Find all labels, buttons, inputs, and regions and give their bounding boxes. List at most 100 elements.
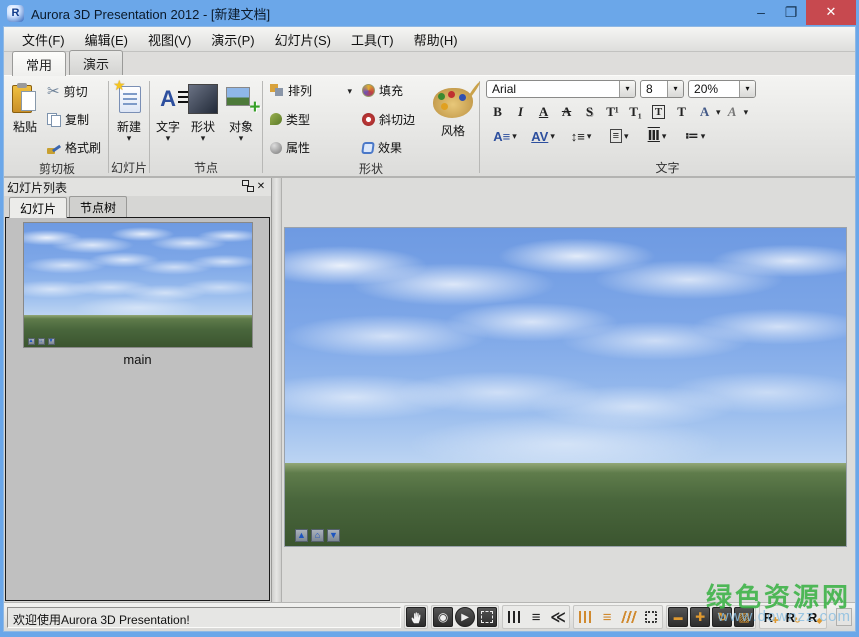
panel-splitter[interactable] <box>272 178 282 602</box>
subscript-button[interactable]: T₁ <box>624 102 647 122</box>
nav-up-button[interactable]: ▲ <box>295 529 308 542</box>
align-rows-button[interactable]: ≡ <box>597 607 617 627</box>
menu-edit[interactable]: 编辑(E) <box>75 27 138 52</box>
minus-icon: ▬ <box>674 612 683 622</box>
palette-icon <box>433 88 473 118</box>
ribbon-separator <box>262 81 263 173</box>
select-region-button[interactable] <box>477 607 497 627</box>
panel-close-button[interactable]: ✕ <box>254 181 268 194</box>
menu-file[interactable]: 文件(F) <box>12 27 75 52</box>
tab-common[interactable]: 常用 <box>12 51 66 76</box>
camera-button[interactable]: ◉ <box>433 607 453 627</box>
chevron-down-icon: ▾ <box>239 133 244 143</box>
text-art-button[interactable]: A <box>693 102 716 122</box>
menu-help[interactable]: 帮助(H) <box>404 27 468 52</box>
group-label-clipboard: 剪切板 <box>8 160 106 177</box>
chevron-down-icon[interactable]: ▾ <box>744 107 749 117</box>
type-button[interactable]: 类型 <box>267 110 355 129</box>
chevron-down-icon: ▾ <box>348 86 353 96</box>
rotate-icon: ↻ <box>794 616 801 625</box>
text-color-button[interactable]: A <box>721 102 744 122</box>
style-button[interactable]: 风格 <box>429 82 477 139</box>
bold-button[interactable]: B <box>486 102 509 122</box>
slide-thumbnail[interactable]: ▲ ⌂ ▼ <box>23 222 253 348</box>
shape-node-button[interactable]: 形状 ▾ <box>184 78 222 145</box>
minimize-button[interactable]: – <box>746 2 776 24</box>
text-node-button[interactable]: A 文字 ▾ <box>152 78 184 145</box>
object-node-button[interactable]: + 对象 ▾ <box>222 78 260 145</box>
fill-button[interactable]: 填充 <box>359 81 427 100</box>
horizontal-lines-icon: ≡ <box>532 609 541 626</box>
reset-view-button[interactable]: R ◆ <box>805 607 825 627</box>
bullet-list-button[interactable]: ≔ ▾ <box>676 126 714 146</box>
align-columns-button[interactable] <box>575 607 595 627</box>
format-painter-button[interactable]: 格式刷 <box>44 138 104 157</box>
free-arrange-button[interactable] <box>641 607 661 627</box>
text-direction-button[interactable]: T <box>670 102 693 122</box>
arrange-button[interactable]: 排列 ▾ <box>267 81 355 100</box>
menu-slide[interactable]: 幻灯片(S) <box>265 27 341 52</box>
shadow-button[interactable]: S <box>578 102 601 122</box>
nav-down-button[interactable]: ▼ <box>327 529 340 542</box>
italic-button[interactable]: I <box>509 102 532 122</box>
pan-tool-button[interactable] <box>406 607 426 627</box>
bevel-button[interactable]: 斜切边 <box>359 110 427 129</box>
vertical-text-button[interactable]: Ⅲ ▾ <box>638 126 676 146</box>
effect-button[interactable]: 效果 <box>359 138 427 157</box>
panel-float-button[interactable] <box>240 181 254 194</box>
properties-button[interactable]: 属性 <box>267 138 355 157</box>
cut-button[interactable]: ✂ 剪切 <box>44 81 104 101</box>
kerning-button[interactable]: AV ▾ <box>524 126 562 146</box>
chevron-down-icon: ▾ <box>587 131 592 141</box>
tab-present[interactable]: 演示 <box>69 50 123 75</box>
chevron-down-icon[interactable]: ▾ <box>739 81 755 97</box>
align-button[interactable]: ≡ ▾ <box>600 126 638 146</box>
play-button[interactable]: ▶ <box>455 607 475 627</box>
row-layout-button[interactable]: ≡ <box>526 607 546 627</box>
maximize-button[interactable]: ❐ <box>776 2 806 24</box>
align-slant-button[interactable] <box>619 607 639 627</box>
reset-add-button[interactable]: R ✚ <box>761 607 781 627</box>
group-label-slide: 幻灯片 <box>111 159 147 176</box>
text-frame-button[interactable]: T <box>652 105 665 119</box>
strikethrough-button[interactable]: A <box>555 102 578 122</box>
superscript-button[interactable]: T¹ <box>601 102 624 122</box>
add-button[interactable]: ✚ <box>690 607 710 627</box>
ribbon-separator <box>108 81 109 173</box>
nav-home-button[interactable]: ⌂ <box>311 529 324 542</box>
rotate-view-button[interactable]: ↻ <box>712 607 732 627</box>
slide-list: ▲ ⌂ ▼ main <box>5 217 270 601</box>
chevron-down-icon[interactable]: ▾ <box>619 81 635 97</box>
menu-view[interactable]: 视图(V) <box>138 27 201 52</box>
effect-icon <box>361 142 375 154</box>
tab-slides[interactable]: 幻灯片 <box>9 197 67 218</box>
column-layout-button[interactable] <box>504 607 524 627</box>
slide-viewport[interactable]: ▲ ⌂ ▼ <box>284 227 847 547</box>
new-slide-button[interactable]: ★ 新建 ▾ <box>111 78 147 145</box>
char-size-button[interactable]: A≡ ▾ <box>486 126 524 146</box>
copy-button[interactable]: 复制 <box>44 110 104 129</box>
chevron-down-icon: ▾ <box>166 133 171 143</box>
resize-grip[interactable] <box>836 608 852 626</box>
font-family-select[interactable]: Arial ▾ <box>486 80 636 98</box>
chevron-down-icon[interactable]: ▾ <box>667 81 683 97</box>
group-node: A 文字 ▾ 形状 ▾ + 对象 ▾ 节点 <box>152 78 260 176</box>
text-node-icon: A <box>160 86 176 112</box>
underline-button[interactable]: A <box>532 102 555 122</box>
slide-list-panel: 幻灯片列表 ✕ 幻灯片 节点树 <box>4 178 272 602</box>
fan-layout-button[interactable]: ≪ <box>548 607 568 627</box>
reset-rotate-button[interactable]: R ↻ <box>783 607 803 627</box>
font-size-select[interactable]: 8 ▾ <box>640 80 684 98</box>
menubar: 文件(F) 编辑(E) 视图(V) 演示(P) 幻灯片(S) 工具(T) 帮助(… <box>4 27 855 52</box>
close-button[interactable]: ✕ <box>806 0 856 25</box>
menu-tools[interactable]: 工具(T) <box>341 27 404 52</box>
bevel-icon <box>362 113 375 126</box>
menu-present[interactable]: 演示(P) <box>201 27 264 52</box>
tab-node-tree[interactable]: 节点树 <box>69 196 127 217</box>
line-spacing-button[interactable]: ↕≡ ▾ <box>562 126 600 146</box>
zoom-select[interactable]: 20% ▾ <box>688 80 756 98</box>
paste-button[interactable]: 粘贴 <box>8 78 42 135</box>
collapse-button[interactable]: ▬ <box>668 607 688 627</box>
fit-view-button[interactable]: ▨ <box>734 607 754 627</box>
fill-icon <box>362 84 375 97</box>
